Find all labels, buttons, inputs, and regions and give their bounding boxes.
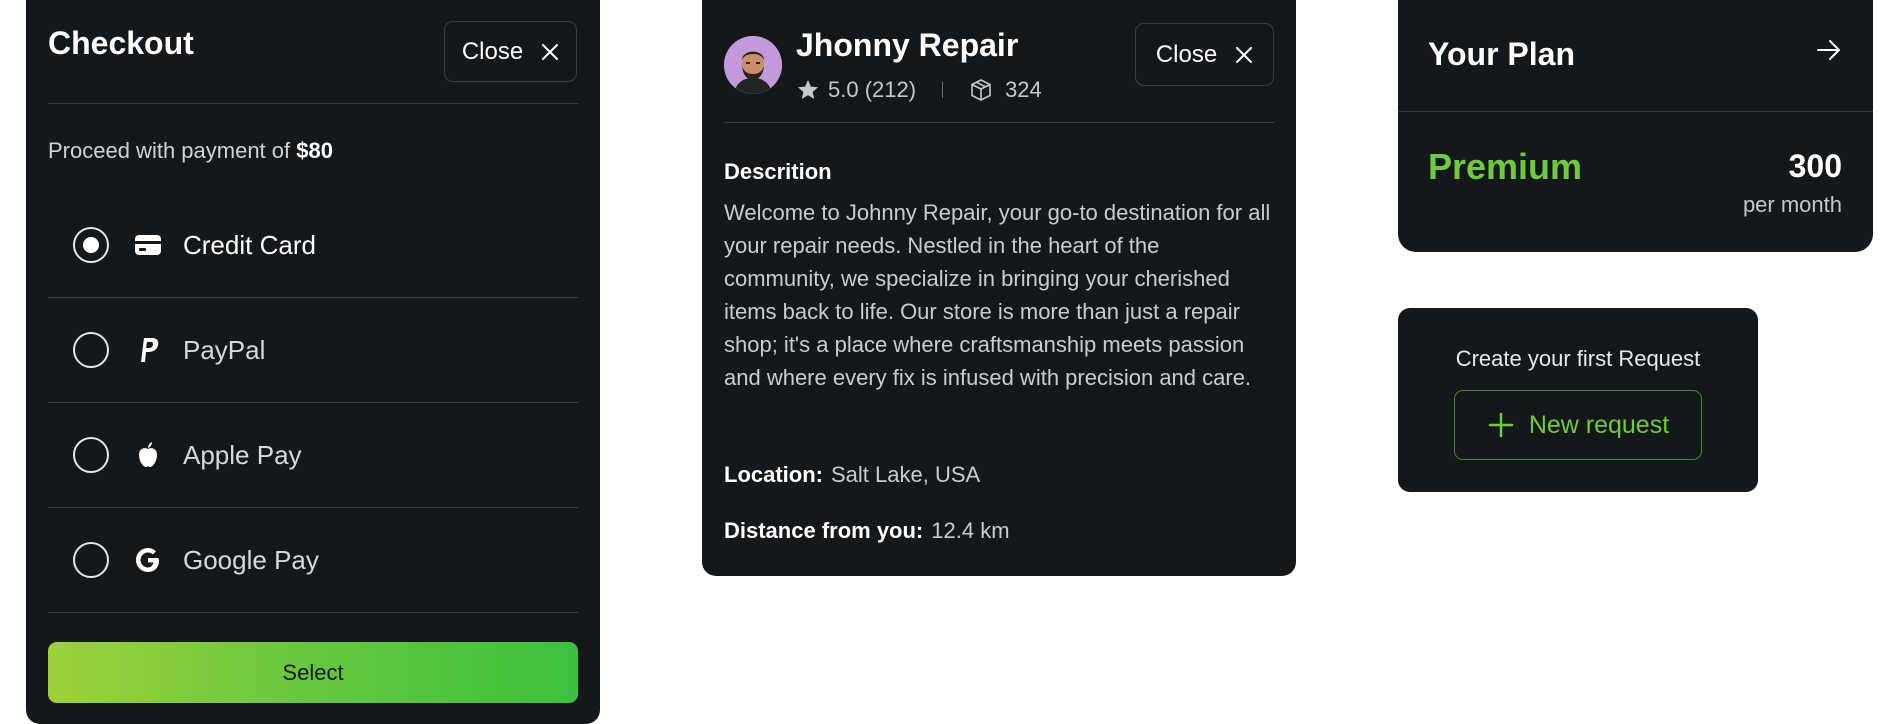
- checkout-divider: [48, 103, 578, 104]
- paypal-icon: [133, 335, 163, 365]
- payment-option-label: Google Pay: [183, 544, 319, 575]
- box-icon: [971, 79, 991, 101]
- plus-icon: [1488, 412, 1514, 438]
- checkout-title: Checkout: [48, 25, 194, 61]
- google-icon: [133, 545, 163, 575]
- plan-card[interactable]: Your Plan Premium 300 per month: [1398, 0, 1873, 252]
- select-button[interactable]: Select: [48, 642, 578, 703]
- shop-divider: [724, 122, 1274, 123]
- close-icon: [542, 43, 559, 60]
- credit-card-icon: [133, 230, 163, 260]
- payment-amount: $80: [296, 138, 333, 163]
- shop-details-panel: Jhonny Repair 5.0 (212) 324 Close Descri…: [702, 0, 1296, 576]
- plan-price: 300: [1788, 148, 1842, 184]
- radio-button[interactable]: [73, 332, 109, 368]
- orders-count: 324: [1005, 77, 1042, 102]
- radio-button[interactable]: [73, 437, 109, 473]
- shop-meta: 5.0 (212) 324: [796, 77, 1042, 103]
- payment-option-paypal[interactable]: PayPal: [48, 298, 578, 403]
- new-request-label: New request: [1528, 410, 1670, 439]
- close-label: Close: [1155, 40, 1218, 68]
- checkout-panel: Checkout Close Proceed with payment of $…: [26, 0, 600, 724]
- payment-option-label: Apple Pay: [183, 439, 302, 470]
- distance-row: Distance from you: 12.4 km: [724, 518, 1010, 544]
- location-value: Salt Lake, USA: [831, 462, 981, 487]
- payment-method-list: Credit Card PayPal Apple Pay Google Pay: [48, 193, 578, 613]
- payment-option-google-pay[interactable]: Google Pay: [48, 508, 578, 613]
- payment-option-credit-card[interactable]: Credit Card: [48, 193, 578, 298]
- apple-icon: [133, 440, 163, 470]
- arrow-right-icon[interactable]: [1815, 36, 1843, 64]
- close-label: Close: [461, 37, 524, 65]
- meta-separator: [942, 82, 944, 98]
- description-title: Descrition: [724, 159, 832, 184]
- new-request-button[interactable]: New request: [1454, 390, 1702, 460]
- payment-summary: Proceed with payment of $80: [48, 138, 333, 164]
- payment-option-label: PayPal: [183, 334, 266, 365]
- distance-label: Distance from you:: [724, 518, 924, 543]
- payment-option-apple-pay[interactable]: Apple Pay: [48, 403, 578, 508]
- radio-button[interactable]: [73, 227, 109, 263]
- shop-close-button[interactable]: Close: [1135, 23, 1274, 86]
- plan-period: per month: [1742, 192, 1842, 217]
- star-icon: [798, 80, 818, 99]
- distance-value: 12.4 km: [931, 518, 1010, 543]
- location-row: Location: Salt Lake, USA: [724, 462, 980, 488]
- payment-option-label: Credit Card: [183, 229, 316, 260]
- plan-divider: [1398, 111, 1873, 112]
- request-card: Create your first Request New request: [1398, 308, 1758, 492]
- location-label: Location:: [724, 462, 823, 487]
- avatar: [724, 36, 782, 94]
- radio-button[interactable]: [73, 542, 109, 578]
- request-prompt: Create your first Request: [1455, 346, 1701, 371]
- description-text: Welcome to Johnny Repair, your go-to des…: [724, 200, 1271, 390]
- checkout-close-button[interactable]: Close: [444, 21, 577, 82]
- close-icon: [1236, 46, 1253, 63]
- rating-text: 5.0 (212): [828, 77, 917, 102]
- proceed-text: Proceed with payment of: [48, 138, 297, 163]
- plan-title: Your Plan: [1428, 36, 1575, 72]
- shop-name: Jhonny Repair: [796, 27, 1019, 63]
- plan-tier: Premium: [1428, 146, 1583, 187]
